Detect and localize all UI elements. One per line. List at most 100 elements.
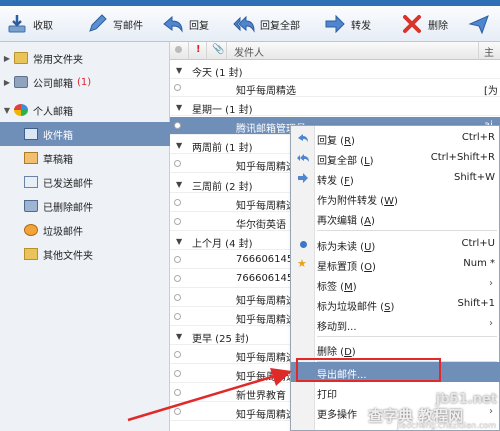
menu-item-delete[interactable]: 删除 (D) xyxy=(291,339,500,359)
read-dot-icon xyxy=(174,275,181,282)
star-icon: ★ xyxy=(297,257,307,270)
submenu-arrow-icon: › xyxy=(489,318,493,329)
read-dot-icon xyxy=(174,313,181,320)
sidebar-item-label: 其他文件夹 xyxy=(43,250,93,262)
attachment-column-icon[interactable]: 📎 xyxy=(212,44,224,55)
toolbar: 收取 写邮件 回复 回复全部 转发 删除 xyxy=(0,6,500,42)
menu-item-reply[interactable]: 回复 (R) Ctrl+R xyxy=(291,128,500,148)
menu-item-move-to[interactable]: 移动到... › xyxy=(291,314,500,334)
unread-dot-icon xyxy=(300,241,307,248)
reply-all-button[interactable]: 回复全部 xyxy=(233,10,300,38)
menu-item-forward[interactable]: 转发 (F) Shift+W xyxy=(291,168,500,188)
read-dot-icon xyxy=(174,351,181,358)
group-header-monday[interactable]: ▼ 星期一 (1 封) xyxy=(170,98,500,116)
important-column[interactable]: ! xyxy=(196,44,201,55)
sidebar-item-common-folders[interactable]: ▶ 常用文件夹 xyxy=(0,46,170,70)
spam-icon xyxy=(24,224,38,236)
unread-count: (1) xyxy=(77,76,92,88)
forward-label: 转发 xyxy=(351,20,371,32)
sidebar-item-label: 常用文件夹 xyxy=(33,54,83,66)
inbox-icon xyxy=(24,128,38,140)
reply-all-icon xyxy=(233,15,255,33)
submenu-arrow-icon: › xyxy=(489,278,493,289)
expand-arrow-icon[interactable]: ▶ xyxy=(2,78,12,87)
receive-label: 收取 xyxy=(33,20,53,32)
sidebar-item-spam[interactable]: 垃圾邮件 xyxy=(0,218,170,242)
sidebar-item-other-folders[interactable]: 其他文件夹 xyxy=(0,242,170,266)
sidebar-item-label: 收件箱 xyxy=(43,130,73,142)
forward-button[interactable]: 转发 xyxy=(324,10,371,38)
reply-icon xyxy=(298,134,308,142)
sidebar-item-label: 垃圾邮件 xyxy=(43,226,83,238)
subject-column[interactable]: 主 xyxy=(484,44,494,59)
collapse-arrow-icon[interactable]: ▼ xyxy=(2,106,12,115)
read-status-column-icon[interactable] xyxy=(175,46,182,53)
sidebar-item-deleted[interactable]: 已删除邮件 xyxy=(0,194,170,218)
receive-icon xyxy=(8,15,26,33)
forward-icon xyxy=(298,173,308,183)
collapse-arrow-icon[interactable]: ▼ xyxy=(176,180,182,189)
read-dot-icon xyxy=(174,256,181,263)
table-row[interactable]: 知乎每周精选 [为 xyxy=(170,79,500,97)
sidebar-item-label: 已删除邮件 xyxy=(43,202,93,214)
sidebar-item-label: 个人邮箱 xyxy=(33,106,73,118)
reply-all-label: 回复全部 xyxy=(260,20,300,32)
sidebar-item-drafts[interactable]: 草稿箱 xyxy=(0,146,170,170)
send-button[interactable] xyxy=(468,10,490,38)
collapse-arrow-icon[interactable]: ▼ xyxy=(176,66,182,75)
read-dot-icon xyxy=(174,408,181,415)
sender-column[interactable]: 发件人 xyxy=(234,44,264,59)
collapse-arrow-icon[interactable]: ▼ xyxy=(176,141,182,150)
group-header-today[interactable]: ▼ 今天 (1 封) xyxy=(170,61,500,79)
submenu-arrow-icon: › xyxy=(489,406,493,417)
mailbox-icon xyxy=(14,76,28,88)
read-dot-icon xyxy=(174,218,181,225)
sidebar-item-label: 已发送邮件 xyxy=(43,178,93,190)
qq-mail-icon xyxy=(14,104,28,116)
sidebar: ▶ 常用文件夹 ▶ 公司邮箱 (1) ▼ 个人邮箱 收件箱 草稿箱 已发送邮件 … xyxy=(0,42,170,431)
menu-item-edit-again[interactable]: 再次编辑 (A) xyxy=(291,208,500,228)
send-icon xyxy=(468,15,489,35)
drafts-icon xyxy=(24,152,38,164)
collapse-arrow-icon[interactable]: ▼ xyxy=(176,332,182,341)
sidebar-item-inbox[interactable]: 收件箱 xyxy=(0,122,170,146)
reply-all-icon xyxy=(297,154,309,162)
menu-item-mark-spam[interactable]: 标为垃圾邮件 (S) Shift+1 xyxy=(291,294,500,314)
delete-button[interactable]: 删除 xyxy=(401,10,448,38)
read-dot-icon xyxy=(174,160,181,167)
delete-icon xyxy=(403,15,421,33)
watermark-url: jiaocheng.chazidian.com xyxy=(396,421,496,430)
highlight-box xyxy=(296,358,441,382)
sidebar-item-company-mail[interactable]: ▶ 公司邮箱 (1) xyxy=(0,70,170,94)
compose-button[interactable]: 写邮件 xyxy=(86,10,143,38)
sidebar-item-sent[interactable]: 已发送邮件 xyxy=(0,170,170,194)
reply-button[interactable]: 回复 xyxy=(162,10,209,38)
sidebar-item-label: 公司邮箱 xyxy=(33,78,73,90)
compose-label: 写邮件 xyxy=(113,20,143,32)
menu-item-star-pin[interactable]: ★ 星标置顶 (O) Num * xyxy=(291,254,500,274)
collapse-arrow-icon[interactable]: ▼ xyxy=(176,237,182,246)
mail-list-header: ! 📎 发件人 主 xyxy=(170,42,500,60)
read-dot-icon xyxy=(174,389,181,396)
context-menu: 回复 (R) Ctrl+R 回复全部 (L) Ctrl+Shift+R 转发 (… xyxy=(290,125,500,431)
read-dot-icon xyxy=(174,370,181,377)
sent-icon xyxy=(24,176,38,188)
receive-button[interactable]: 收取 xyxy=(6,10,53,38)
reply-icon xyxy=(163,15,183,33)
folder-icon xyxy=(14,52,28,64)
collapse-arrow-icon[interactable]: ▼ xyxy=(176,103,182,112)
menu-item-forward-as-attachment[interactable]: 作为附件转发 (W) xyxy=(291,188,500,208)
expand-arrow-icon[interactable]: ▶ xyxy=(2,54,12,63)
compose-icon xyxy=(89,14,107,32)
forward-icon xyxy=(325,14,345,34)
read-dot-icon xyxy=(174,122,181,129)
read-dot-icon xyxy=(174,84,181,91)
trash-icon xyxy=(24,200,38,212)
sidebar-item-label: 草稿箱 xyxy=(43,154,73,166)
menu-item-mark-unread[interactable]: 标为未读 (U) Ctrl+U xyxy=(291,234,500,254)
sidebar-item-personal-mail[interactable]: ▼ 个人邮箱 xyxy=(0,98,170,122)
reply-label: 回复 xyxy=(189,20,209,32)
menu-item-tags[interactable]: 标签 (M) › xyxy=(291,274,500,294)
menu-item-reply-all[interactable]: 回复全部 (L) Ctrl+Shift+R xyxy=(291,148,500,168)
read-dot-icon xyxy=(174,294,181,301)
